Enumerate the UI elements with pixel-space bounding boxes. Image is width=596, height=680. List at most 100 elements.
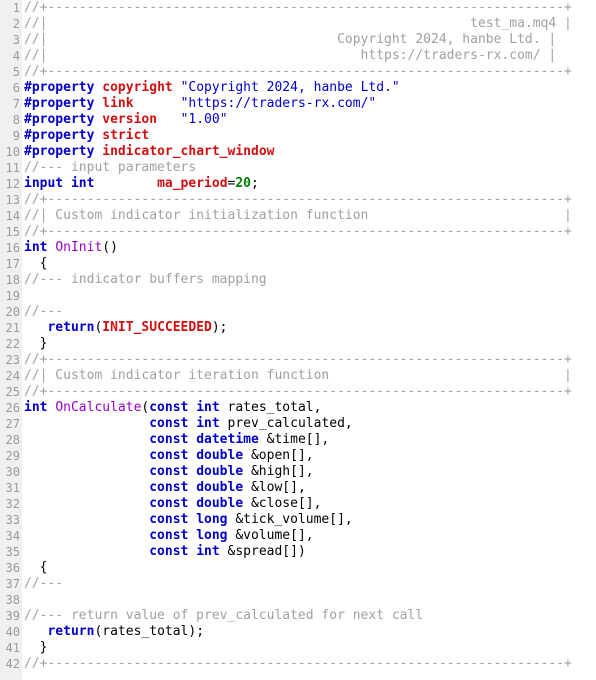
code-line[interactable]: 19 bbox=[0, 288, 596, 304]
code-line[interactable]: 31 const double &low[], bbox=[0, 480, 596, 496]
line-number: 27 bbox=[5, 417, 20, 431]
line-text[interactable]: const datetime &time[], bbox=[22, 432, 596, 448]
line-text[interactable]: //+-------------------------------------… bbox=[22, 192, 596, 208]
line-text[interactable]: //+-------------------------------------… bbox=[22, 384, 596, 400]
code-editor[interactable]: 1 //+------------------------------------… bbox=[0, 0, 596, 680]
line-number: 6 bbox=[12, 81, 20, 95]
line-text[interactable]: return(rates_total); bbox=[22, 624, 596, 640]
code-line[interactable]: 5 //+------------------------------------… bbox=[0, 64, 596, 80]
line-text[interactable]: //+-------------------------------------… bbox=[22, 656, 596, 672]
code-line[interactable]: 23 //+-----------------------------------… bbox=[0, 352, 596, 368]
code-line[interactable]: 18 //--- indicator buffers mapping bbox=[0, 272, 596, 288]
line-text[interactable]: //+-------------------------------------… bbox=[22, 224, 596, 240]
code-line[interactable]: 38 bbox=[0, 592, 596, 608]
token: #property bbox=[24, 80, 103, 95]
line-number: 20 bbox=[5, 305, 20, 319]
code-line[interactable]: 20 //--- bbox=[0, 304, 596, 320]
code-line[interactable]: 33 const long &tick_volume[], bbox=[0, 512, 596, 528]
line-text[interactable]: const int prev_calculated, bbox=[22, 416, 596, 432]
code-line[interactable]: 29 const double &open[], bbox=[0, 448, 596, 464]
line-number: 13 bbox=[5, 193, 20, 207]
code-line[interactable]: 41 } bbox=[0, 640, 596, 656]
code-line[interactable]: 35 const int &spread[]) bbox=[0, 544, 596, 560]
line-text[interactable]: #property strict bbox=[22, 128, 596, 144]
code-line[interactable]: 25 //+-----------------------------------… bbox=[0, 384, 596, 400]
line-text[interactable]: } bbox=[22, 336, 596, 352]
code-line[interactable]: 2 //| test_ma.mq4 | bbox=[0, 16, 596, 32]
line-text[interactable]: { bbox=[22, 256, 596, 272]
code-line[interactable]: 22 } bbox=[0, 336, 596, 352]
line-text[interactable]: input int ma_period=20; bbox=[22, 176, 596, 192]
code-line[interactable]: 15 //+-----------------------------------… bbox=[0, 224, 596, 240]
code-line[interactable]: 36 { bbox=[0, 560, 596, 576]
code-line[interactable]: 8 #property version "1.00" bbox=[0, 112, 596, 128]
line-text[interactable]: const double &low[], bbox=[22, 480, 596, 496]
line-text[interactable]: #property version "1.00" bbox=[22, 112, 596, 128]
token: OnCalculate bbox=[55, 400, 142, 415]
line-text[interactable]: //+-------------------------------------… bbox=[22, 64, 596, 80]
line-number: 22 bbox=[5, 337, 20, 351]
line-text[interactable]: //--- input parameters bbox=[22, 160, 596, 176]
code-line[interactable]: 1 //+------------------------------------… bbox=[0, 0, 596, 16]
code-line[interactable]: 24 //| Custom indicator iteration functio… bbox=[0, 368, 596, 384]
code-line[interactable]: 42 //+-----------------------------------… bbox=[0, 656, 596, 672]
code-line[interactable]: 9 #property strict bbox=[0, 128, 596, 144]
code-line[interactable]: 16 int OnInit() bbox=[0, 240, 596, 256]
code-line[interactable]: 21 return(INIT_SUCCEEDED); bbox=[0, 320, 596, 336]
code-line[interactable]: 34 const long &volume[], bbox=[0, 528, 596, 544]
code-line[interactable]: 3 //| Copyright 2024, hanbe Ltd. | bbox=[0, 32, 596, 48]
line-text[interactable]: //--- indicator buffers mapping bbox=[22, 272, 596, 288]
line-number: 30 bbox=[5, 465, 20, 479]
line-text[interactable]: const double &close[], bbox=[22, 496, 596, 512]
token: &time[], bbox=[266, 432, 330, 447]
line-text[interactable]: #property copyright "Copyright 2024, han… bbox=[22, 80, 596, 96]
line-text[interactable]: //| Custom indicator initialization func… bbox=[22, 208, 596, 224]
line-text[interactable]: //| Copyright 2024, hanbe Ltd. | bbox=[22, 32, 596, 48]
line-text[interactable]: const long &volume[], bbox=[22, 528, 596, 544]
line-text[interactable]: return(INIT_SUCCEEDED); bbox=[22, 320, 596, 336]
line-text[interactable]: int OnInit() bbox=[22, 240, 596, 256]
code-line[interactable]: 10 #property indicator_chart_window bbox=[0, 144, 596, 160]
line-text[interactable]: //| https://traders-rx.com/ | bbox=[22, 48, 596, 64]
line-text[interactable]: #property link "https://traders-rx.com/" bbox=[22, 96, 596, 112]
line-text[interactable]: const double &open[], bbox=[22, 448, 596, 464]
code-line[interactable]: 37 //--- bbox=[0, 576, 596, 592]
token: INIT_SUCCEEDED bbox=[102, 320, 212, 335]
line-text[interactable]: const double &high[], bbox=[22, 464, 596, 480]
line-text[interactable]: const int &spread[]) bbox=[22, 544, 596, 560]
line-text[interactable]: //| Custom indicator iteration function … bbox=[22, 368, 596, 384]
token: { bbox=[24, 560, 48, 575]
code-line[interactable]: 12 input int ma_period=20; bbox=[0, 176, 596, 192]
code-line[interactable]: 14 //| Custom indicator initialization fu… bbox=[0, 208, 596, 224]
line-number: 40 bbox=[5, 625, 20, 639]
code-line[interactable]: 11 //--- input parameters bbox=[0, 160, 596, 176]
line-text[interactable]: //--- bbox=[22, 576, 596, 592]
code-line[interactable]: 4 //| https://traders-rx.com/ | bbox=[0, 48, 596, 64]
line-text[interactable]: //+-------------------------------------… bbox=[22, 352, 596, 368]
line-text[interactable]: //+-------------------------------------… bbox=[22, 0, 596, 16]
token: //| Copyright 2024, hanbe Ltd. | bbox=[24, 32, 557, 47]
line-text[interactable]: } bbox=[22, 640, 596, 656]
line-text[interactable]: //| test_ma.mq4 | bbox=[22, 16, 596, 32]
code-line[interactable]: 39 //--- return value of prev_calculated … bbox=[0, 608, 596, 624]
code-line[interactable]: 32 const double &close[], bbox=[0, 496, 596, 512]
code-line[interactable]: 27 const int prev_calculated, bbox=[0, 416, 596, 432]
code-line[interactable]: 6 #property copyright "Copyright 2024, ha… bbox=[0, 80, 596, 96]
line-text[interactable]: //--- return value of prev_calculated fo… bbox=[22, 608, 596, 624]
code-area[interactable]: 1 //+------------------------------------… bbox=[0, 0, 596, 672]
line-text[interactable]: int OnCalculate(const int rates_total, bbox=[22, 400, 596, 416]
code-line[interactable]: 30 const double &high[], bbox=[0, 464, 596, 480]
code-line[interactable]: 7 #property link "https://traders-rx.com/… bbox=[0, 96, 596, 112]
code-line[interactable]: 17 { bbox=[0, 256, 596, 272]
token: } bbox=[24, 336, 48, 351]
line-text[interactable]: #property indicator_chart_window bbox=[22, 144, 596, 160]
line-text[interactable]: const long &tick_volume[], bbox=[22, 512, 596, 528]
line-text[interactable]: //--- bbox=[22, 304, 596, 320]
code-line[interactable]: 40 return(rates_total); bbox=[0, 624, 596, 640]
code-line[interactable]: 28 const datetime &time[], bbox=[0, 432, 596, 448]
code-line[interactable]: 26 int OnCalculate(const int rates_total, bbox=[0, 400, 596, 416]
line-text[interactable]: { bbox=[22, 560, 596, 576]
token: //+-------------------------------------… bbox=[24, 0, 572, 15]
code-line[interactable]: 13 //+-----------------------------------… bbox=[0, 192, 596, 208]
